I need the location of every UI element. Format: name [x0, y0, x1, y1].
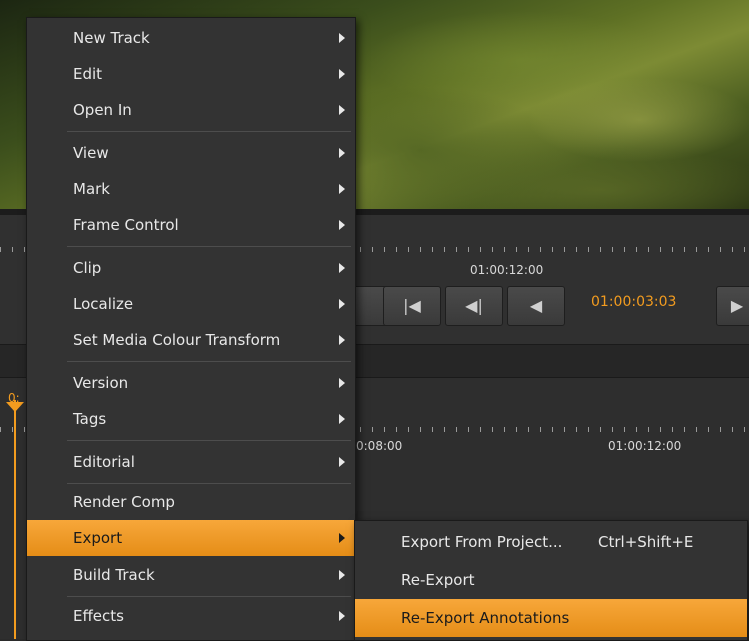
submenu-arrow-icon [339, 184, 345, 194]
menu-item-label: Open In [73, 101, 132, 119]
submenu-item-re-export[interactable]: Re-Export [355, 561, 747, 599]
timeline-timecode-label: 01:00:12:00 [608, 439, 682, 453]
menu-item-build-track[interactable]: Build Track [27, 557, 355, 593]
menu-item-label: Render Comp [73, 493, 175, 511]
submenu-arrow-icon [339, 148, 345, 158]
menu-separator [67, 131, 351, 132]
menu-item-label: Build Track [73, 566, 155, 584]
play-backward-button[interactable]: ◀ [507, 286, 565, 326]
menu-item-label: Version [73, 374, 129, 392]
menu-item-version[interactable]: Version [27, 365, 355, 401]
menu-item-clip[interactable]: Clip [27, 250, 355, 286]
timeline-timecode-label: 0:08:00 [356, 439, 403, 453]
menu-item-open-in[interactable]: Open In [27, 92, 355, 128]
submenu-arrow-icon [339, 299, 345, 309]
submenu-arrow-icon [339, 263, 345, 273]
submenu-item-label: Export From Project... [401, 533, 563, 551]
menu-item-label: Clip [73, 259, 102, 277]
menu-separator [67, 361, 351, 362]
menu-item-label: Effects [73, 607, 124, 625]
submenu-item-label: Re-Export [401, 571, 475, 589]
submenu-arrow-icon [339, 335, 345, 345]
menu-item-tags[interactable]: Tags [27, 401, 355, 437]
menu-item-frame-control[interactable]: Frame Control [27, 207, 355, 243]
submenu-item-export-from-project[interactable]: Export From Project... Ctrl+Shift+E [355, 523, 747, 561]
export-submenu: Export From Project... Ctrl+Shift+E Re-E… [354, 520, 748, 641]
menu-item-export[interactable]: Export [27, 520, 355, 556]
menu-item-edit[interactable]: Edit [27, 56, 355, 92]
menu-item-editorial[interactable]: Editorial [27, 444, 355, 480]
menu-item-new-track[interactable]: New Track [27, 20, 355, 56]
menu-item-label: Edit [73, 65, 103, 83]
menu-item-effects[interactable]: Effects [27, 598, 355, 634]
submenu-arrow-icon [339, 457, 345, 467]
submenu-item-label: Re-Export Annotations [401, 609, 570, 627]
submenu-arrow-icon [339, 570, 345, 580]
menu-item-set-media-colour-transform[interactable]: Set Media Colour Transform [27, 322, 355, 358]
submenu-arrow-icon [339, 611, 345, 621]
menu-item-label: Editorial [73, 453, 135, 471]
prev-clip-button[interactable]: |◀ [383, 286, 441, 326]
playhead-line[interactable] [14, 400, 16, 639]
submenu-arrow-icon [339, 69, 345, 79]
menu-item-label: View [73, 144, 109, 162]
submenu-arrow-icon [339, 105, 345, 115]
menu-item-label: Localize [73, 295, 134, 313]
submenu-arrow-icon [339, 33, 345, 43]
play-backward-icon: ◀ [529, 296, 543, 315]
submenu-arrow-icon [339, 414, 345, 424]
submenu-item-shortcut: Ctrl+Shift+E [598, 533, 694, 551]
prev-clip-icon: |◀ [403, 296, 421, 315]
menu-item-view[interactable]: View [27, 135, 355, 171]
menu-separator [67, 440, 351, 441]
playhead-handle[interactable] [6, 402, 24, 412]
menu-item-label: New Track [73, 29, 150, 47]
menu-item-label: Mark [73, 180, 110, 198]
ruler-timecode-label: 01:00:12:00 [470, 263, 544, 277]
menu-item-label: Set Media Colour Transform [73, 331, 281, 349]
submenu-arrow-icon [339, 533, 345, 543]
menu-item-label: Tags [73, 410, 107, 428]
menu-item-render-comp[interactable]: Render Comp [27, 484, 355, 520]
prev-frame-button[interactable]: ◀| [445, 286, 503, 326]
menu-separator [67, 596, 351, 597]
play-forward-icon: ▶ [730, 296, 744, 315]
menu-item-mark[interactable]: Mark [27, 171, 355, 207]
submenu-arrow-icon [339, 378, 345, 388]
submenu-arrow-icon [339, 220, 345, 230]
menu-item-label: Frame Control [73, 216, 179, 234]
menu-item-label: Export [73, 529, 123, 547]
menu-separator [67, 246, 351, 247]
current-timecode[interactable]: 01:00:03:03 [591, 294, 676, 310]
prev-frame-icon: ◀| [465, 296, 483, 315]
context-menu: New Track Edit Open In View Mark Frame C… [26, 17, 356, 641]
submenu-item-re-export-annotations[interactable]: Re-Export Annotations [355, 599, 747, 637]
play-forward-button[interactable]: ▶ [716, 286, 749, 326]
menu-item-localize[interactable]: Localize [27, 286, 355, 322]
